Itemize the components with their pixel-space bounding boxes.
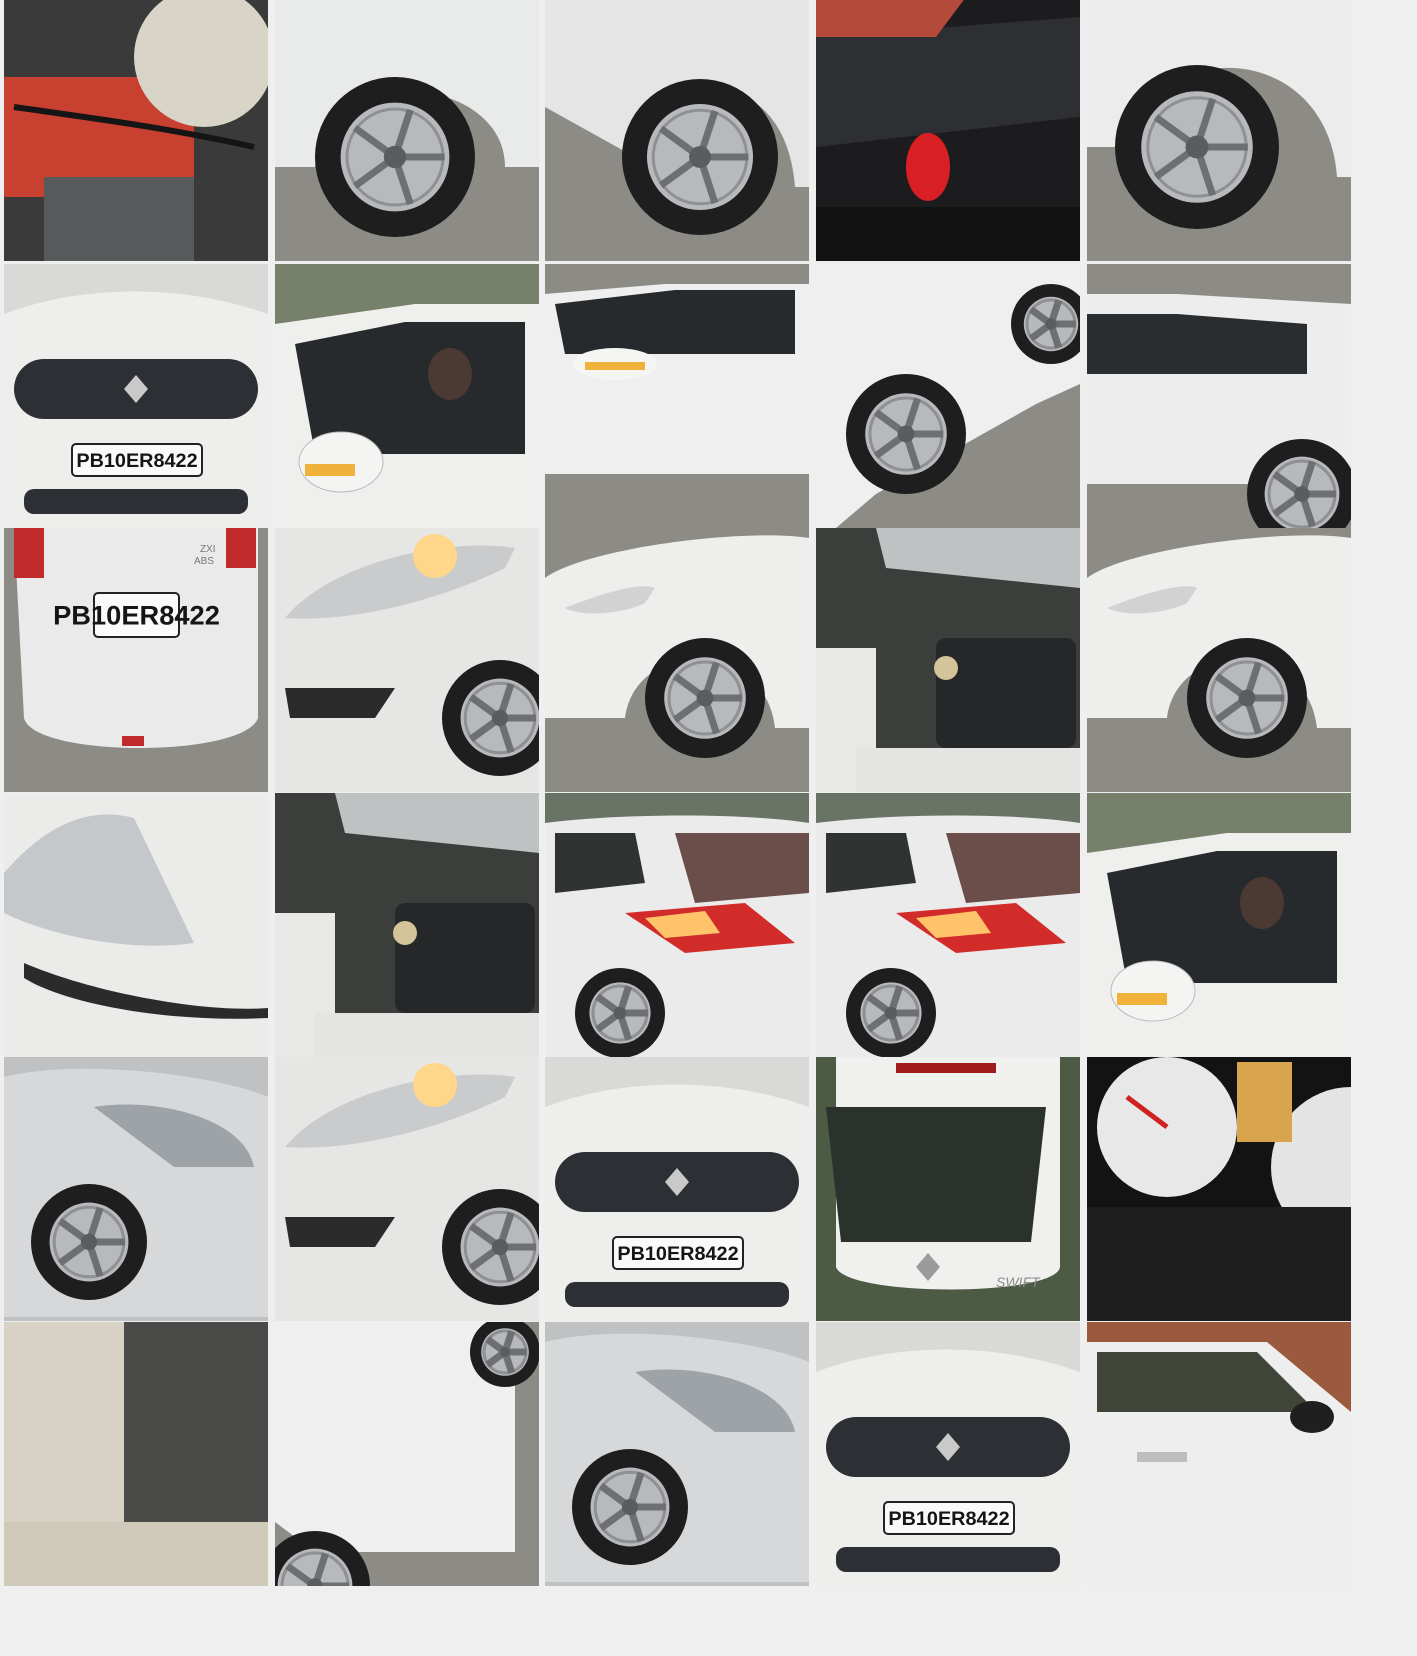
photo-thumbnail[interactable] xyxy=(816,793,1080,1057)
photo-thumbnail[interactable] xyxy=(275,1322,539,1586)
photo-thumbnail[interactable] xyxy=(275,0,539,261)
car-photo xyxy=(1087,528,1351,792)
car-photo xyxy=(275,264,539,528)
photo-thumbnail[interactable] xyxy=(275,528,539,792)
photo-thumbnail[interactable] xyxy=(4,1322,268,1586)
photo-thumbnail[interactable] xyxy=(275,793,539,1057)
license-plate-text: PB10ER8422 xyxy=(53,600,220,631)
photo-thumbnail[interactable] xyxy=(4,0,268,261)
car-photo xyxy=(545,0,809,261)
car-photo xyxy=(4,1322,268,1586)
photo-thumbnail[interactable] xyxy=(816,0,1080,261)
photo-thumbnail[interactable] xyxy=(545,264,809,528)
car-photo xyxy=(275,1057,539,1321)
photo-thumbnail[interactable] xyxy=(1087,528,1351,792)
photo-thumbnail[interactable] xyxy=(4,1057,268,1321)
photo-thumbnail[interactable]: PB10ER8422 xyxy=(545,1057,809,1321)
car-photo: ZXI ABS PB10ER8422 xyxy=(4,528,268,792)
car-photo: PB10ER8422 xyxy=(4,264,268,528)
car-photo xyxy=(4,793,268,1057)
photo-thumbnail[interactable]: PB10ER8422 xyxy=(4,264,268,528)
photo-thumbnail[interactable] xyxy=(1087,1057,1351,1321)
photo-thumbnail[interactable] xyxy=(816,528,1080,792)
swift-badge: SWIFT xyxy=(996,1274,1041,1290)
photo-thumbnail[interactable]: ZXI ABS PB10ER8422 xyxy=(4,528,268,792)
photo-thumbnail[interactable] xyxy=(545,0,809,261)
car-photo xyxy=(545,264,809,528)
license-plate-text: PB10ER8422 xyxy=(76,450,197,472)
car-photo xyxy=(1087,793,1351,1057)
car-photo: PB10ER8422 xyxy=(816,1322,1080,1586)
photo-thumbnail[interactable]: SWIFT xyxy=(816,1057,1080,1321)
badge-text-top: ZXI xyxy=(200,544,216,555)
photo-thumbnail[interactable] xyxy=(816,264,1080,528)
car-photo xyxy=(1087,0,1351,261)
car-photo xyxy=(816,793,1080,1057)
photo-grid: PB10ER8422 ZXI ABS PB10ER8422 PB10ER8422… xyxy=(0,0,1417,1656)
car-photo xyxy=(816,528,1080,792)
car-photo xyxy=(545,793,809,1057)
photo-thumbnail[interactable] xyxy=(1087,1322,1351,1586)
car-photo xyxy=(1087,1057,1351,1321)
car-photo xyxy=(1087,264,1351,528)
photo-thumbnail[interactable]: PB10ER8422 xyxy=(816,1322,1080,1586)
photo-thumbnail[interactable] xyxy=(545,793,809,1057)
photo-thumbnail[interactable] xyxy=(1087,264,1351,528)
car-photo: SWIFT xyxy=(816,1057,1080,1321)
car-photo xyxy=(1087,1322,1351,1586)
car-photo xyxy=(816,0,1080,261)
car-photo xyxy=(4,1057,268,1321)
car-photo xyxy=(275,0,539,261)
badge-text-bottom: ABS xyxy=(194,556,214,567)
photo-thumbnail[interactable] xyxy=(275,264,539,528)
photo-thumbnail[interactable] xyxy=(1087,793,1351,1057)
photo-thumbnail[interactable] xyxy=(1087,0,1351,261)
car-photo: PB10ER8422 xyxy=(545,1057,809,1321)
photo-thumbnail[interactable] xyxy=(4,793,268,1057)
photo-thumbnail[interactable] xyxy=(545,1322,809,1586)
license-plate-text: PB10ER8422 xyxy=(888,1508,1009,1530)
car-photo xyxy=(4,0,268,261)
car-photo xyxy=(275,793,539,1057)
car-photo xyxy=(275,1322,539,1586)
car-photo xyxy=(545,1322,809,1586)
license-plate-text: PB10ER8422 xyxy=(617,1243,738,1265)
car-photo xyxy=(816,264,1080,528)
car-photo xyxy=(275,528,539,792)
car-photo xyxy=(545,528,809,792)
photo-thumbnail[interactable] xyxy=(545,528,809,792)
photo-thumbnail[interactable] xyxy=(275,1057,539,1321)
